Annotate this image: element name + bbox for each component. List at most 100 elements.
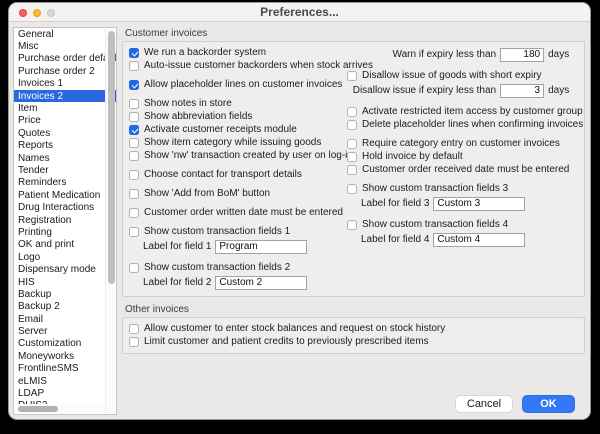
checkbox-label: Customer order received date must be ent… (362, 164, 569, 175)
minimize-button[interactable] (33, 9, 41, 17)
checkbox-show-item-category-while-issuing-goods[interactable] (129, 138, 139, 148)
sidebar-item-backup-2[interactable]: Backup 2 (14, 301, 116, 313)
checkbox-customer-order-written-date-must-be-entered[interactable] (129, 208, 139, 218)
checkbox-row: Show custom transaction fields 4 (347, 218, 583, 231)
checkbox-limit-customer-and-patient-credits-to-previously-prescribed-items[interactable] (129, 337, 139, 347)
sidebar-item-frontlinesms[interactable]: FrontlineSMS (14, 363, 116, 375)
checkbox-row: We run a backorder system (129, 46, 347, 59)
input-label-for-field-3[interactable] (433, 197, 525, 211)
checkbox-row: Activate customer receipts module (129, 123, 347, 136)
option-group: Show custom transaction fields 2Label fo… (129, 261, 347, 291)
sidebar-item-misc[interactable]: Misc (14, 40, 116, 52)
checkbox-hold-invoice-by-default[interactable] (347, 152, 357, 162)
sidebar-item-reminders[interactable]: Reminders (14, 177, 116, 189)
checkbox-show-notes-in-store[interactable] (129, 99, 139, 109)
sidebar-item-elmis[interactable]: eLMIS (14, 375, 116, 387)
checkbox-show-custom-transaction-fields-4[interactable] (347, 220, 357, 230)
checkbox-label: Hold invoice by default (362, 151, 463, 162)
customer-invoices-group-title: Customer invoices (125, 28, 585, 39)
sidebar-item-logo[interactable]: Logo (14, 251, 116, 263)
other-invoices-group-box: Allow customer to enter stock balances a… (122, 317, 585, 354)
checkbox-show-custom-transaction-fields-3[interactable] (347, 184, 357, 194)
sidebar-item-quotes[interactable]: Quotes (14, 127, 116, 139)
checkbox-show-custom-transaction-fields-1[interactable] (129, 227, 139, 237)
sidebar-list: GeneralMiscPurchase order defaultsPurcha… (13, 27, 117, 415)
checkbox-activate-restricted-item-access-by-customer-group[interactable] (347, 107, 357, 117)
sidebar-item-purchase-order-2[interactable]: Purchase order 2 (14, 65, 116, 77)
checkbox-row: Customer order written date must be ente… (129, 206, 347, 219)
numeric-field-row: Disallow issue if expiry less thandays (347, 82, 583, 99)
input-label-for-field-2[interactable] (215, 276, 307, 290)
horizontal-scrollbar[interactable] (15, 404, 105, 413)
cancel-button[interactable]: Cancel (455, 395, 513, 413)
checkbox-label: We run a backorder system (144, 47, 266, 58)
zoom-button (47, 9, 55, 17)
input-label-for-field-1[interactable] (215, 240, 307, 254)
checkbox-disallow-issue-of-goods-with-short-expiry[interactable] (347, 71, 357, 81)
sidebar-item-price[interactable]: Price (14, 115, 116, 127)
sidebar-item-printing[interactable]: Printing (14, 226, 116, 238)
checkbox-allow-placeholder-lines-on-customer-invoices[interactable] (129, 80, 139, 90)
input-label-for-field-4[interactable] (433, 233, 525, 247)
sidebar-item-server[interactable]: Server (14, 325, 116, 337)
checkbox-allow-customer-to-enter-stock-balances-and-request-on-stock-history[interactable] (129, 324, 139, 334)
sidebar-item-moneyworks[interactable]: Moneyworks (14, 350, 116, 362)
checkbox-row: Disallow issue of goods with short expir… (347, 69, 583, 82)
checkbox-auto-issue-customer-backorders-when-stock-arrives[interactable] (129, 61, 139, 71)
sidebar-item-backup[interactable]: Backup (14, 288, 116, 300)
field-label: Label for field 1 (143, 241, 211, 252)
field-label: Disallow issue if expiry less than (353, 85, 496, 96)
sidebar-item-his[interactable]: HIS (14, 276, 116, 288)
checkbox-row: Customer order received date must be ent… (347, 163, 583, 176)
checkbox-label: Activate restricted item access by custo… (362, 106, 583, 117)
sidebar-item-patient-medication[interactable]: Patient Medication (14, 189, 116, 201)
checkbox-show-add-from-bom-button[interactable] (129, 189, 139, 199)
checkbox-label: Disallow issue of goods with short expir… (362, 70, 542, 81)
sidebar-item-dispensary-mode[interactable]: Dispensary mode (14, 263, 116, 275)
checkbox-label: Activate customer receipts module (144, 124, 297, 135)
sidebar-item-general[interactable]: General (14, 28, 116, 40)
sidebar-item-ldap[interactable]: LDAP (14, 387, 116, 399)
sidebar-item-registration[interactable]: Registration (14, 214, 116, 226)
checkbox-label: Show notes in store (144, 98, 232, 109)
vertical-scrollbar-thumb[interactable] (108, 31, 115, 284)
text-field-row: Label for field 3 (347, 195, 583, 212)
sidebar-item-customization[interactable]: Customization (14, 338, 116, 350)
sidebar-item-email[interactable]: Email (14, 313, 116, 325)
sidebar-item-invoices-1[interactable]: Invoices 1 (14, 78, 116, 90)
checkbox-delete-placeholder-lines-when-confirming-invoices[interactable] (347, 120, 357, 130)
checkbox-row: Limit customer and patient credits to pr… (129, 335, 578, 348)
checkbox-show-custom-transaction-fields-2[interactable] (129, 263, 139, 273)
sidebar-item-drug-interactions[interactable]: Drug Interactions (14, 201, 116, 213)
checkbox-label: Show 'Add from BoM' button (144, 188, 270, 199)
sidebar-item-invoices-2[interactable]: Invoices 2 (14, 90, 116, 102)
ok-button[interactable]: OK (522, 395, 575, 413)
sidebar-item-reports[interactable]: Reports (14, 140, 116, 152)
sidebar-item-ok-and-print[interactable]: OK and print (14, 239, 116, 251)
option-group: Show custom transaction fields 1Label fo… (129, 225, 347, 255)
checkbox-row: Choose contact for transport details (129, 168, 347, 181)
sidebar-item-item[interactable]: Item (14, 102, 116, 114)
sidebar-item-tender[interactable]: Tender (14, 164, 116, 176)
close-button[interactable] (19, 9, 27, 17)
checkbox-label: Allow customer to enter stock balances a… (144, 323, 445, 334)
text-field-row: Label for field 1 (129, 238, 347, 255)
option-group: We run a backorder systemAuto-issue cust… (129, 46, 347, 72)
checkbox-customer-order-received-date-must-be-entered[interactable] (347, 165, 357, 175)
option-group: Disallow issue of goods with short expir… (347, 69, 583, 99)
sidebar-item-purchase-order-defaults[interactable]: Purchase order defaults (14, 53, 116, 65)
horizontal-scrollbar-thumb[interactable] (18, 406, 58, 412)
checkbox-show-nw-transaction-created-by-user-on-log-in[interactable] (129, 151, 139, 161)
checkbox-we-run-a-backorder-system[interactable] (129, 48, 139, 58)
checkbox-activate-customer-receipts-module[interactable] (129, 125, 139, 135)
input-disallow-issue-if-expiry-less-than[interactable] (500, 84, 544, 98)
input-warn-if-expiry-less-than[interactable] (500, 48, 544, 62)
checkbox-show-abbreviation-fields[interactable] (129, 112, 139, 122)
vertical-scrollbar[interactable] (105, 29, 115, 413)
checkbox-label: Show custom transaction fields 2 (144, 262, 290, 273)
checkbox-label: Limit customer and patient credits to pr… (144, 336, 429, 347)
window-controls (19, 9, 55, 17)
checkbox-choose-contact-for-transport-details[interactable] (129, 170, 139, 180)
checkbox-require-category-entry-on-customer-invoices[interactable] (347, 139, 357, 149)
sidebar-item-names[interactable]: Names (14, 152, 116, 164)
